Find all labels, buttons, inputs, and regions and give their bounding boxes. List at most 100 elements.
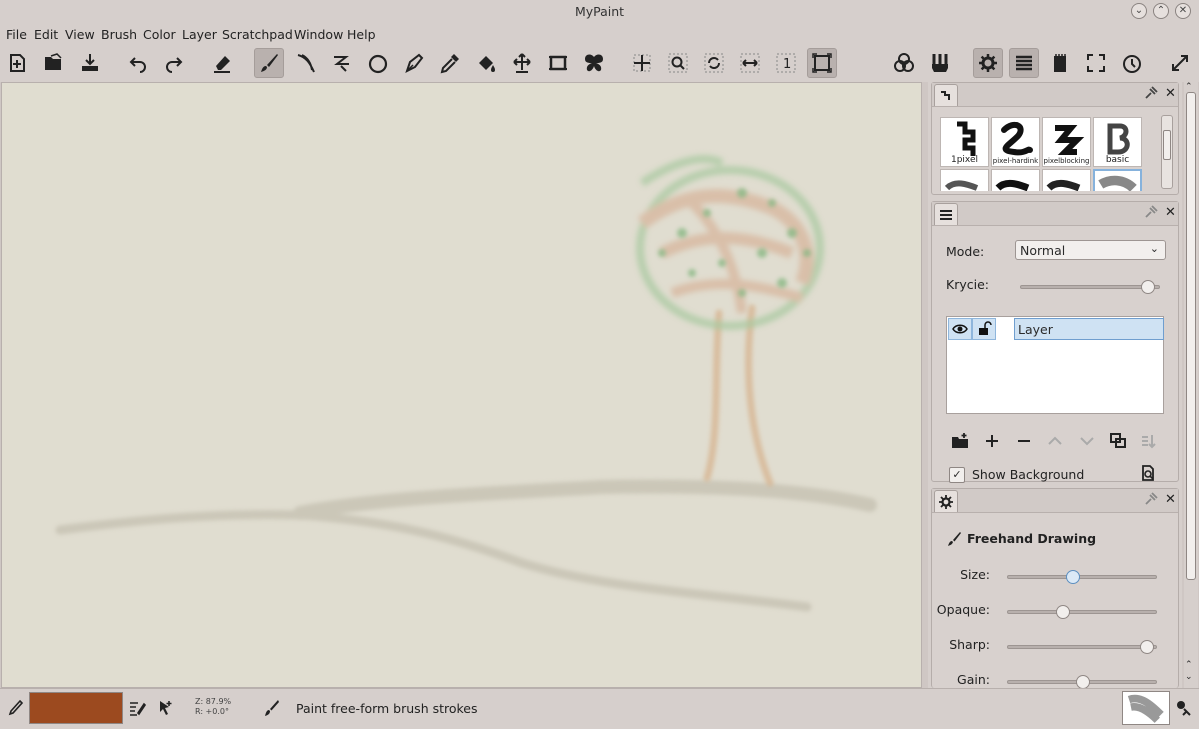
merge-layer-icon[interactable]	[1138, 432, 1158, 450]
pick-layer-icon[interactable]	[157, 699, 175, 717]
close-panel-button[interactable]: ✕	[1165, 492, 1176, 507]
color-picker-icon[interactable]	[435, 48, 465, 78]
current-color-swatch[interactable]	[29, 692, 123, 724]
settings-icon[interactable]	[973, 48, 1003, 78]
frame-icon[interactable]	[543, 48, 573, 78]
layer-row[interactable]: Layer	[948, 318, 1164, 342]
size-slider[interactable]	[1007, 570, 1157, 584]
save-icon[interactable]	[75, 48, 105, 78]
brush-item[interactable]	[1042, 169, 1091, 191]
brushes-icon[interactable]	[925, 48, 955, 78]
menu-scratchpad[interactable]: Scratchpad	[222, 27, 293, 42]
tool-options-tab[interactable]	[934, 490, 958, 512]
move-layer-icon[interactable]	[507, 48, 537, 78]
sharp-slider[interactable]	[1007, 640, 1157, 654]
gain-slider[interactable]	[1007, 675, 1157, 689]
layers-tab[interactable]	[934, 203, 958, 225]
menu-help[interactable]: Help	[347, 27, 376, 42]
layer-name[interactable]: Layer	[1014, 318, 1164, 340]
scroll-down-icon[interactable]: ⌄	[1185, 672, 1193, 682]
close-panel-button[interactable]: ✕	[1165, 205, 1176, 220]
scroll-up-icon[interactable]: ⌃	[1185, 660, 1193, 670]
slider-knob[interactable]	[1076, 675, 1090, 689]
scrollbar-thumb[interactable]	[1163, 130, 1171, 160]
redo-icon[interactable]	[159, 48, 189, 78]
drawing-canvas[interactable]	[1, 82, 922, 688]
visibility-eye-icon[interactable]	[948, 318, 972, 340]
new-document-icon[interactable]	[3, 48, 33, 78]
pin-panel-icon[interactable]	[1144, 205, 1158, 222]
background-settings-icon[interactable]	[1138, 464, 1158, 482]
add-layer-group-icon[interactable]	[950, 432, 970, 450]
window-title: MyPaint	[574, 4, 625, 19]
close-window-button[interactable]: ✕	[1175, 3, 1191, 19]
brush-item[interactable]	[991, 169, 1040, 191]
color-details-icon[interactable]	[128, 699, 146, 717]
color-picker-icon[interactable]	[6, 699, 24, 717]
freehand-brush-icon[interactable]	[254, 48, 284, 78]
pen-icon[interactable]	[399, 48, 429, 78]
open-file-icon[interactable]	[39, 48, 69, 78]
menu-color[interactable]: Color	[143, 27, 176, 42]
current-brush-preview[interactable]	[1122, 691, 1170, 725]
slider-knob[interactable]	[1139, 640, 1154, 654]
opacity-slider[interactable]	[1020, 280, 1160, 294]
menu-window[interactable]: Window	[294, 27, 343, 42]
ellipse-icon[interactable]	[363, 48, 393, 78]
undo-icon[interactable]	[123, 48, 153, 78]
pan-view-icon[interactable]	[627, 48, 657, 78]
color-wheel-icon[interactable]	[889, 48, 919, 78]
brushes-tab[interactable]	[934, 84, 958, 106]
brush-settings-icon[interactable]	[1175, 699, 1193, 717]
menu-view[interactable]: View	[65, 27, 95, 42]
brush-item[interactable]: pixelblocking	[1042, 117, 1091, 167]
brush-icon	[946, 531, 962, 547]
slider-knob[interactable]	[1066, 570, 1081, 584]
dock-scrollbar[interactable]: ⌃ ⌃ ⌄	[1184, 82, 1198, 688]
symmetry-icon[interactable]	[579, 48, 609, 78]
show-background-checkbox[interactable]: ✓	[949, 467, 965, 483]
menu-layer[interactable]: Layer	[182, 27, 217, 42]
add-layer-icon[interactable]	[982, 432, 1002, 450]
brush-item[interactable]: 1pixel	[940, 117, 989, 167]
slider-knob[interactable]	[1055, 605, 1070, 619]
reset-zoom-icon[interactable]: 1	[771, 48, 801, 78]
brush-scrollbar[interactable]	[1161, 115, 1173, 189]
unlock-icon[interactable]	[972, 318, 996, 340]
scratchpad-icon[interactable]	[1045, 48, 1075, 78]
brush-item[interactable]: pixel-hardink	[991, 117, 1040, 167]
menu-edit[interactable]: Edit	[34, 27, 58, 42]
pin-panel-icon[interactable]	[1144, 492, 1158, 509]
layers-icon[interactable]	[1009, 48, 1039, 78]
brush-item[interactable]	[940, 169, 989, 191]
slider-knob[interactable]	[1140, 280, 1155, 294]
pin-panel-icon[interactable]	[1144, 86, 1158, 103]
mirror-view-icon[interactable]	[735, 48, 765, 78]
fill-bucket-icon[interactable]	[471, 48, 501, 78]
menu-brush[interactable]: Brush	[101, 27, 137, 42]
brush-item[interactable]: basic	[1093, 117, 1142, 167]
maximize-button[interactable]: ⌃	[1153, 3, 1169, 19]
close-panel-button[interactable]: ✕	[1165, 86, 1176, 101]
fit-view-icon[interactable]	[807, 48, 837, 78]
duplicate-layer-icon[interactable]	[1108, 432, 1128, 450]
eraser-icon[interactable]	[207, 48, 237, 78]
scroll-up-icon[interactable]: ⌃	[1185, 82, 1193, 92]
minimize-button[interactable]: ⌄	[1131, 3, 1147, 19]
scrollbar-thumb[interactable]	[1186, 92, 1196, 580]
inking-icon[interactable]	[291, 48, 321, 78]
tool-options-header: ✕	[932, 489, 1178, 513]
move-layer-down-icon[interactable]	[1077, 432, 1097, 450]
line-icon[interactable]	[327, 48, 357, 78]
expand-icon[interactable]	[1165, 48, 1195, 78]
mode-select[interactable]: Normal ⌄	[1015, 240, 1166, 260]
remove-layer-icon[interactable]	[1014, 432, 1034, 450]
opaque-slider[interactable]	[1007, 605, 1157, 619]
brush-item-selected[interactable]	[1093, 169, 1142, 191]
history-icon[interactable]	[1117, 48, 1147, 78]
move-layer-up-icon[interactable]	[1045, 432, 1065, 450]
menu-file[interactable]: File	[6, 27, 27, 42]
zoom-view-icon[interactable]	[663, 48, 693, 78]
fullscreen-icon[interactable]	[1081, 48, 1111, 78]
rotate-view-icon[interactable]	[699, 48, 729, 78]
